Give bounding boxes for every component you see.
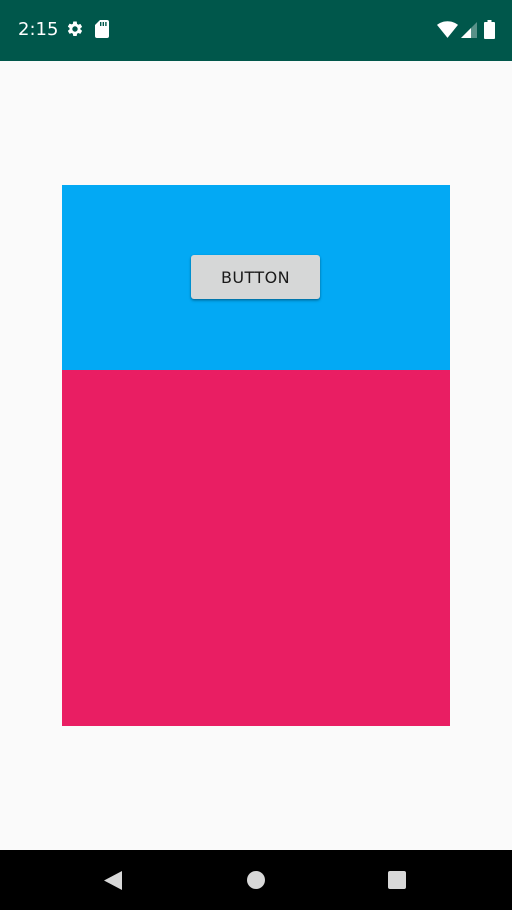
sd-card-icon: [95, 20, 109, 38]
main-content: BUTTON: [0, 61, 512, 850]
gear-icon: [67, 21, 83, 36]
home-icon[interactable]: [247, 871, 265, 889]
wifi-icon: [437, 21, 458, 38]
navigation-bar: [0, 850, 512, 910]
top-panel: BUTTON: [62, 185, 450, 370]
main-button[interactable]: BUTTON: [191, 255, 320, 299]
battery-icon: [484, 20, 495, 39]
bottom-panel: [62, 370, 450, 726]
status-time: 2:15: [18, 19, 59, 40]
recents-icon[interactable]: [388, 871, 406, 889]
status-bar: 2:15: [0, 0, 512, 61]
back-icon[interactable]: [104, 871, 122, 890]
cell-signal-icon: [461, 22, 477, 38]
